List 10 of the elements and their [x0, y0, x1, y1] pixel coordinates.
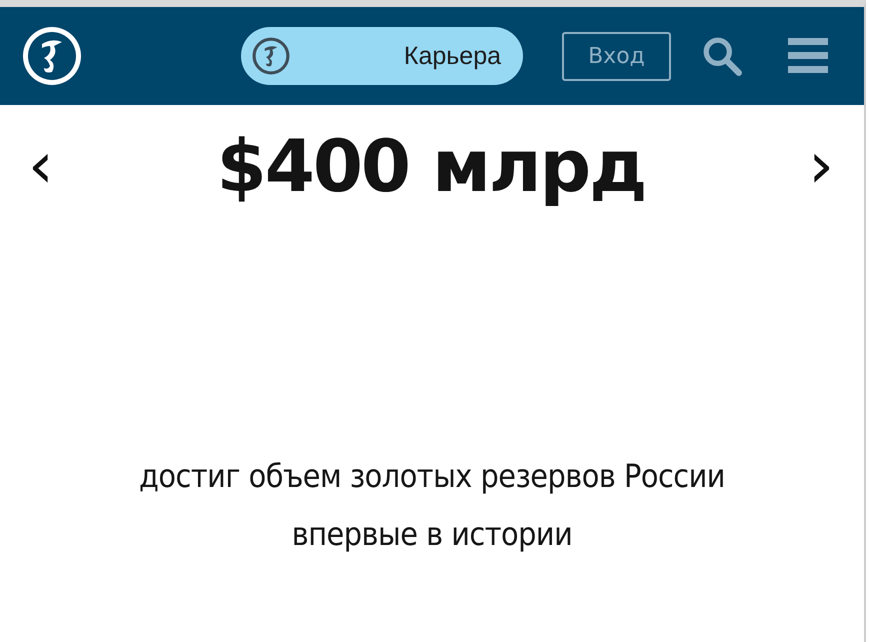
caption-text: достиг объем золотых резервов России впервые в истории — [138, 456, 726, 556]
search-icon[interactable] — [701, 35, 743, 77]
login-button[interactable]: Вход — [562, 32, 671, 80]
career-pill[interactable]: Карьера — [241, 27, 523, 85]
menu-icon[interactable] — [788, 38, 828, 74]
logo-icon — [251, 36, 291, 76]
previous-arrow[interactable]: ‹ — [28, 134, 54, 198]
next-arrow[interactable]: › — [808, 134, 834, 198]
logo-icon[interactable] — [20, 24, 84, 88]
headline-figure: $400 млрд — [216, 123, 646, 210]
